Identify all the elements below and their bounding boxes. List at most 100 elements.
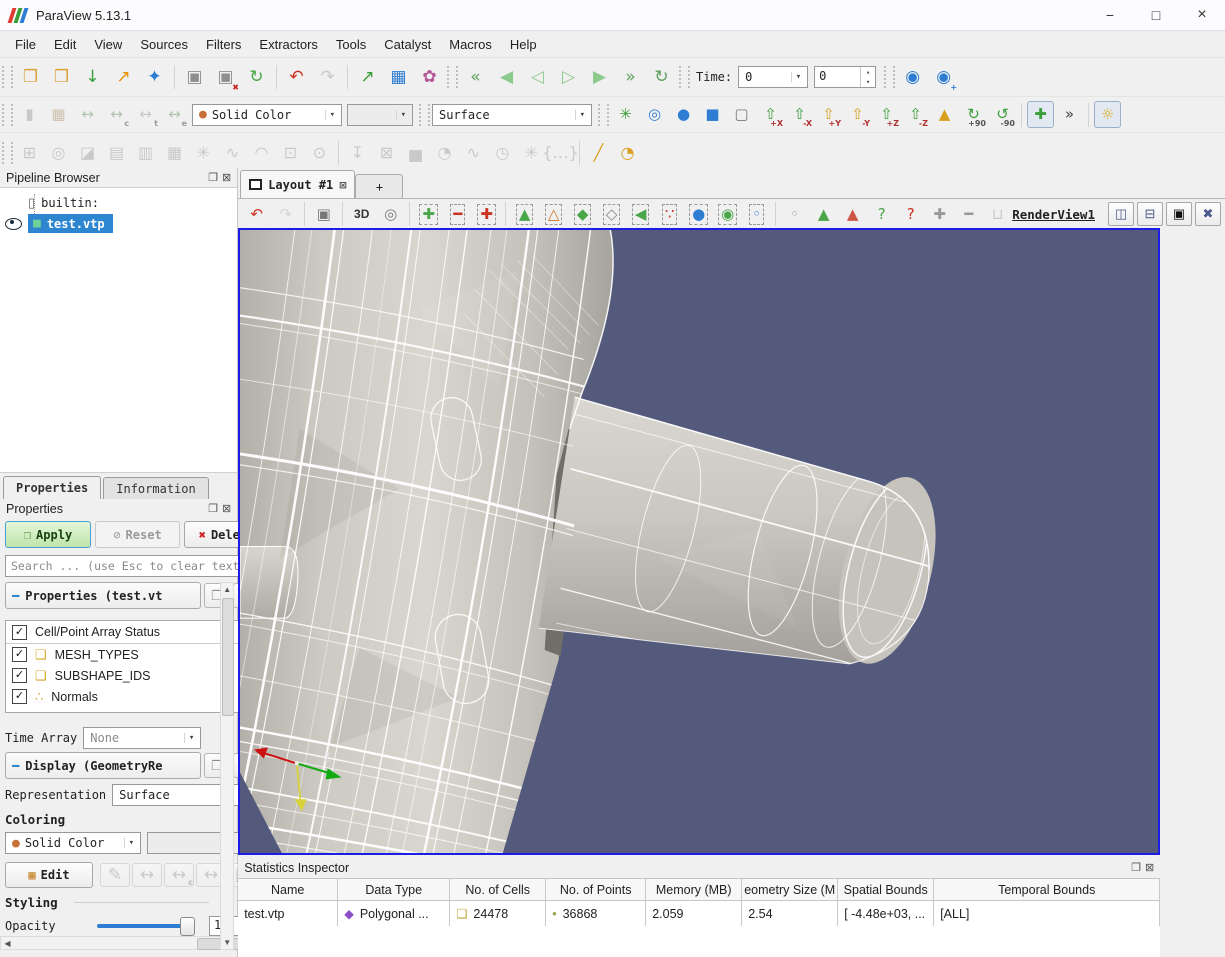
toggle-fullscreen-button[interactable]: ↗	[109, 63, 138, 92]
column-header[interactable]: Spatial Bounds	[838, 879, 934, 901]
camera-undo-button[interactable]: ↶	[243, 201, 270, 228]
load-state-button[interactable]: ❒	[47, 63, 76, 92]
pipeline-item-testvtp[interactable]: ■ test.vtp	[0, 213, 237, 234]
float-panel-icon[interactable]: ❐	[1131, 861, 1141, 874]
toggle-interaction-mode-button[interactable]: 3D	[348, 201, 375, 228]
interactive-select-cells-button[interactable]: ◉	[714, 201, 741, 228]
hover-cells-button[interactable]: ◦	[781, 201, 808, 228]
ruler-button[interactable]: ╱	[585, 139, 612, 166]
array-item-checkbox[interactable]: ✓	[12, 647, 27, 662]
minimize-button[interactable]: −	[1087, 0, 1133, 30]
table-cell-data_type[interactable]: ◆Polygonal ...	[338, 901, 450, 927]
maximize-view-button[interactable]: ▣	[1166, 202, 1192, 226]
tab-layout-1[interactable]: Layout #1 ⊠	[240, 170, 355, 198]
column-header[interactable]: Memory (MB)	[646, 879, 742, 901]
view-plus-z-button[interactable]: ⇧+Z	[873, 101, 900, 128]
select-cells-on-button[interactable]: ✚	[415, 201, 442, 228]
menu-macros[interactable]: Macros	[440, 34, 501, 55]
last-frame-button[interactable]: »	[616, 63, 645, 92]
close-button[interactable]: ×	[1179, 0, 1225, 30]
save-screenshot-button[interactable]: ▣	[310, 201, 337, 228]
select-block-button[interactable]: ●	[685, 201, 712, 228]
table-cell-spatial_bounds[interactable]: [ -4.48e+03, ...	[838, 901, 934, 927]
table-cell-memory[interactable]: 2.059	[646, 901, 742, 927]
protractor-button[interactable]: ◔	[614, 139, 641, 166]
array-status-checkbox[interactable]: ✓	[12, 625, 27, 640]
disconnect-server-button[interactable]: ▣✖	[211, 63, 240, 92]
query-points-button[interactable]: ?	[897, 201, 924, 228]
rotate-90-counterclockwise-button[interactable]: ↺-90	[989, 101, 1016, 128]
slider-handle[interactable]	[180, 917, 195, 936]
select-polygon-cells-button[interactable]: ◀	[627, 201, 654, 228]
edit-color-map-button[interactable]: ▦ Edit	[5, 862, 93, 888]
view-minus-x-button[interactable]: ⇧-X	[786, 101, 813, 128]
scrollbar-thumb[interactable]	[222, 598, 234, 716]
menu-sources[interactable]: Sources	[131, 34, 197, 55]
chevron-down-icon[interactable]: ▾	[575, 110, 589, 120]
column-header[interactable]: No. of Cells	[450, 879, 546, 901]
first-frame-button[interactable]: «	[461, 63, 490, 92]
close-panel-icon[interactable]: ⊠	[222, 502, 231, 515]
display-section-toggle[interactable]: ━ Display (GeometryRe	[5, 752, 201, 779]
menu-help[interactable]: Help	[501, 34, 546, 55]
coloring-array-combo[interactable]: ● Solid Color ▾	[5, 832, 141, 854]
view-plus-y-button[interactable]: ⇧+Y	[815, 101, 842, 128]
float-panel-icon[interactable]: ❐	[208, 171, 218, 184]
capture-screenshot-button[interactable]: ◉+	[929, 63, 958, 92]
adjust-camera-button[interactable]: ◎	[377, 201, 404, 228]
apply-button[interactable]: ❒ Apply	[5, 521, 91, 548]
opacity-slider[interactable]	[97, 924, 189, 928]
select-polygon-points-button[interactable]: ∵	[656, 201, 683, 228]
open-file-button[interactable]: ❒	[16, 63, 45, 92]
menu-file[interactable]: File	[6, 34, 45, 55]
menu-extractors[interactable]: Extractors	[250, 34, 327, 55]
scroll-left-icon[interactable]: ◀	[1, 937, 14, 949]
menu-view[interactable]: View	[85, 34, 131, 55]
reset-camera-closest-button[interactable]: ●	[670, 101, 697, 128]
rotate-90-clockwise-button[interactable]: ↻+90	[960, 101, 987, 128]
menu-catalyst[interactable]: Catalyst	[375, 34, 440, 55]
tab-close-icon[interactable]: ⊠	[339, 178, 346, 192]
table-cell-name[interactable]: test.vtp	[238, 901, 338, 927]
table-cell-points[interactable]: •36868	[546, 901, 646, 927]
scroll-up-icon[interactable]: ▲	[221, 583, 233, 596]
chevron-down-icon[interactable]: ▾	[124, 838, 138, 848]
table-cell-cells[interactable]: ❏24478	[450, 901, 546, 927]
reset-session-button[interactable]: ↻	[242, 63, 271, 92]
shrink-selection-button[interactable]: ▲	[839, 201, 866, 228]
visibility-eye-icon[interactable]	[5, 218, 22, 230]
toggle-axes-visibility-button[interactable]: ✚	[1027, 101, 1054, 128]
render-viewport[interactable]: Z	[238, 228, 1160, 855]
toggle-light-kit-button[interactable]: ☼	[1094, 101, 1121, 128]
menu-edit[interactable]: Edit	[45, 34, 85, 55]
tab-properties[interactable]: Properties	[3, 476, 101, 499]
apply-isometric-view-button[interactable]: ▲	[931, 101, 958, 128]
maximize-button[interactable]: □	[1133, 0, 1179, 30]
close-panel-icon[interactable]: ⊠	[1145, 861, 1154, 874]
pipeline-item-builtin[interactable]: ▯ builtin:	[0, 192, 237, 213]
previous-frame-button[interactable]: ◀	[492, 63, 521, 92]
float-panel-icon[interactable]: ❐	[208, 502, 218, 515]
spin-up-icon[interactable]: ▴	[861, 67, 875, 77]
query-cells-button[interactable]: ?	[868, 201, 895, 228]
interactive-select-points-button[interactable]: ◦	[743, 201, 770, 228]
view-minus-z-button[interactable]: ⇧-Z	[902, 101, 929, 128]
new-layout-tab[interactable]: +	[355, 174, 403, 198]
grow-selection-button[interactable]: ▲	[810, 201, 837, 228]
subtract-selection-button[interactable]: ━	[955, 201, 982, 228]
close-view-button[interactable]: ✖	[1195, 202, 1221, 226]
table-cell-geometry_size[interactable]: 2.54	[742, 901, 838, 927]
view-minus-y-button[interactable]: ⇧-Y	[844, 101, 871, 128]
representation-combo[interactable]: Surface ▾	[432, 104, 592, 126]
render-scene[interactable]: Z	[240, 230, 1158, 853]
select-surface-cells-button[interactable]: ▲	[511, 201, 538, 228]
auto-apply-button[interactable]: ↗	[353, 63, 382, 92]
chevron-down-icon[interactable]: ▾	[325, 110, 339, 120]
array-item-checkbox[interactable]: ✓	[12, 668, 27, 683]
zoom-to-data-button[interactable]: ◎	[641, 101, 668, 128]
add-selection-button[interactable]: ✚	[926, 201, 953, 228]
save-data-button[interactable]: ↓	[78, 63, 107, 92]
select-frustum-cells-button[interactable]: ◆	[569, 201, 596, 228]
split-horizontal-button[interactable]: ◫	[1108, 202, 1134, 226]
find-data-button[interactable]: ◉	[898, 63, 927, 92]
